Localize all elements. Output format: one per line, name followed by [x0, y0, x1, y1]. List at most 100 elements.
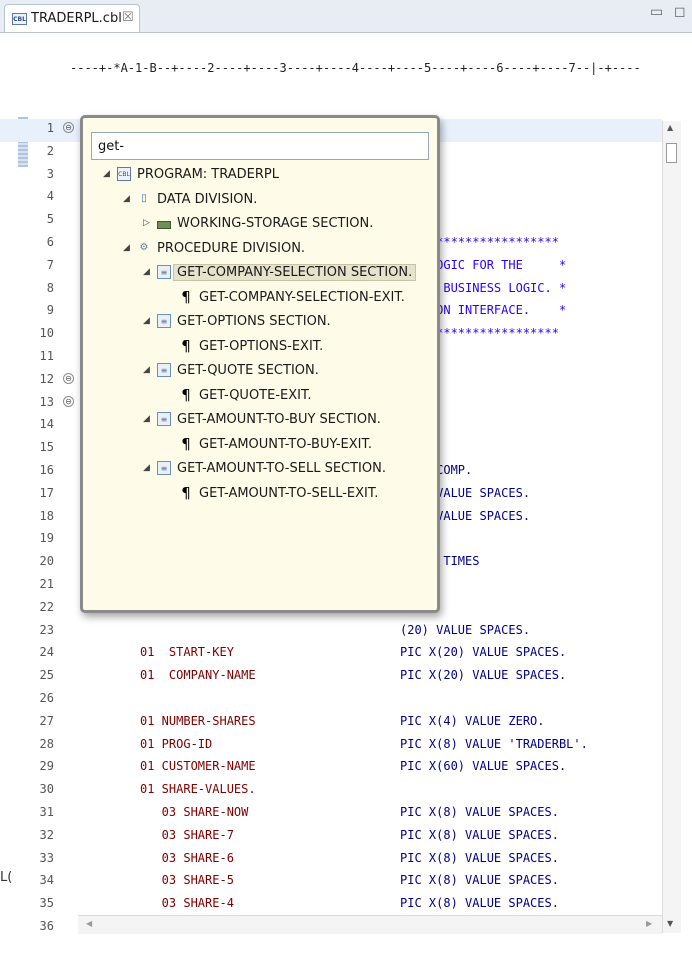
sect-icon: ≡ [157, 363, 171, 377]
outline-node[interactable]: ◢ ≡ GET-COMPANY-SELECTION SECTION. [83, 262, 437, 287]
code-line[interactable]: 30 01 SHARE-VALUES. [0, 780, 662, 803]
sect-icon: ≡ [157, 412, 171, 426]
line-number: 4 [46, 189, 54, 204]
line-number: 19 [39, 531, 54, 546]
outline-node[interactable]: ◢ CBL PROGRAM: TRADERPL [83, 164, 437, 189]
editor-tab-bar: CBL TRADERPL.cbl ☒ ▭ ◻ [0, 0, 692, 33]
outline-node[interactable]: ¶ GET-AMOUNT-TO-BUY-EXIT. [83, 434, 437, 459]
outline-node-label: PROGRAM: TRADERPL [137, 167, 279, 182]
outline-tree: ◢ CBL PROGRAM: TRADERPL ◢ ▯ DATA DIVISION. ▷ WO… [83, 164, 437, 507]
line-number: 33 [39, 850, 54, 865]
line-number: 25 [39, 668, 54, 683]
line-number: 16 [39, 462, 54, 477]
code-text: 03 SHARE-5 [140, 873, 234, 888]
outline-filter-input[interactable]: get- [91, 132, 429, 160]
code-line[interactable]: 23 (20) VALUE SPACES. [0, 621, 662, 644]
line-number: 12 [39, 371, 54, 386]
line-number: 6 [46, 234, 54, 249]
expand-toggle-icon[interactable]: ◢ [143, 414, 150, 424]
code-text: 01 COMPANY-NAME [140, 668, 256, 683]
code-line[interactable]: 32 03 SHARE-7 PIC X(8) VALUE SPACES. [0, 826, 662, 849]
code-line[interactable]: 33 03 SHARE-6 PIC X(8) VALUE SPACES. [0, 849, 662, 872]
code-line[interactable]: 29 01 CUSTOMER-NAME PIC X(60) VALUE SPACES… [0, 757, 662, 780]
expand-toggle-icon[interactable]: ◢ [143, 316, 150, 326]
scroll-thumb[interactable] [666, 143, 677, 163]
para-icon: ¶ [181, 287, 191, 306]
column-ruler: ----+-*A-1-B--+----2----+----3----+----4… [70, 61, 641, 75]
expand-toggle-icon[interactable]: ◢ [103, 169, 110, 179]
outline-node[interactable]: ◢ ≡ GET-OPTIONS SECTION. [83, 311, 437, 336]
code-line[interactable]: 25 01 COMPANY-NAME PIC X(20) VALUE SPACES. [0, 666, 662, 689]
code-text-right: PIC X(8) VALUE SPACES. [400, 873, 559, 888]
line-number: 22 [39, 599, 54, 614]
outline-node[interactable]: ◢ ▯ DATA DIVISION. [83, 189, 437, 214]
data-icon: ▯ [141, 192, 147, 204]
outline-node[interactable]: ▷ WORKING-STORAGE SECTION. [83, 213, 437, 238]
stray-text: L( [0, 870, 13, 885]
horizontal-scrollbar[interactable]: ◀ ▶ [78, 915, 662, 934]
outline-node-label: DATA DIVISION. [157, 191, 258, 207]
minimize-icon[interactable]: ▭ [650, 4, 663, 20]
outline-node[interactable]: ¶ GET-OPTIONS-EXIT. [83, 336, 437, 361]
scroll-right-icon[interactable]: ▶ [646, 919, 652, 928]
outline-node-label: GET-OPTIONS SECTION. [177, 314, 331, 329]
outline-node-label: GET-AMOUNT-TO-SELL SECTION. [177, 461, 386, 476]
expand-toggle-icon[interactable]: ◢ [143, 463, 150, 473]
line-number: 9 [46, 303, 54, 318]
close-icon[interactable]: ☒ [122, 10, 134, 25]
expand-toggle-icon[interactable]: ▷ [143, 218, 150, 228]
code-text-right: PIC X(8) VALUE 'TRADERBL'. [400, 736, 588, 751]
code-line[interactable]: 31 03 SHARE-NOW PIC X(8) VALUE SPACES. [0, 803, 662, 826]
ws-icon [157, 221, 171, 229]
scroll-left-icon[interactable]: ◀ [86, 919, 92, 928]
line-number: 14 [39, 417, 54, 432]
outline-node[interactable]: ◢ ⚙ PROCEDURE DIVISION. [83, 238, 437, 263]
code-text-right: PIC X(8) VALUE SPACES. [400, 896, 559, 911]
outline-node-label: WORKING-STORAGE SECTION. [177, 216, 374, 231]
code-line[interactable]: 28 01 PROG-ID PIC X(8) VALUE 'TRADERBL'. [0, 735, 662, 758]
expand-toggle-icon[interactable]: ◢ [123, 243, 130, 253]
cobol-file-icon: CBL [12, 13, 27, 25]
code-line[interactable]: 27 01 NUMBER-SHARES PIC X(4) VALUE ZERO. [0, 712, 662, 735]
line-number: 29 [39, 759, 54, 774]
fold-toggle-icon[interactable]: ⊖ [63, 372, 74, 384]
outline-node[interactable]: ¶ GET-AMOUNT-TO-SELL-EXIT. [83, 483, 437, 508]
outline-node-label: GET-OPTIONS-EXIT. [199, 338, 324, 354]
fold-toggle-icon[interactable]: ⊖ [63, 395, 74, 407]
line-number: 27 [39, 713, 54, 728]
outline-node[interactable]: ¶ GET-QUOTE-EXIT. [83, 385, 437, 410]
line-number: 21 [39, 576, 54, 591]
outline-node[interactable]: ◢ ≡ GET-AMOUNT-TO-SELL SECTION. [83, 458, 437, 483]
expand-toggle-icon[interactable]: ◢ [123, 194, 130, 204]
outline-node-label: PROCEDURE DIVISION. [157, 240, 306, 256]
code-line[interactable]: 34 03 SHARE-5 PIC X(8) VALUE SPACES. [0, 871, 662, 894]
scroll-up-icon[interactable]: ▲ [667, 123, 673, 132]
line-number: 23 [39, 622, 54, 637]
outline-node[interactable]: ¶ GET-COMPANY-SELECTION-EXIT. [83, 287, 437, 312]
code-text: 01 CUSTOMER-NAME [140, 759, 256, 774]
tab-traderpl-cbl[interactable]: CBL TRADERPL.cbl ☒ [4, 4, 140, 32]
expand-toggle-icon[interactable]: ◢ [143, 365, 150, 375]
sect-icon: ≡ [157, 461, 171, 475]
line-number: 24 [39, 645, 54, 660]
line-number: 30 [39, 782, 54, 797]
code-line[interactable]: 24 01 START-KEY PIC X(20) VALUE SPACES. [0, 643, 662, 666]
line-number: 32 [39, 827, 54, 842]
code-line[interactable]: 26 [0, 689, 662, 712]
outline-node[interactable]: ◢ ≡ GET-QUOTE SECTION. [83, 360, 437, 385]
scroll-down-icon[interactable]: ▼ [667, 919, 673, 928]
vertical-scrollbar[interactable]: ▲ ▼ [662, 121, 681, 933]
code-text: 01 START-KEY [140, 645, 234, 660]
code-line[interactable]: 35 03 SHARE-4 PIC X(8) VALUE SPACES. [0, 894, 662, 917]
code-text: 03 SHARE-6 [140, 850, 234, 865]
line-number: 2 [46, 143, 54, 158]
code-text-right: PIC X(4) VALUE ZERO. [400, 713, 545, 728]
outline-node[interactable]: ◢ ≡ GET-AMOUNT-TO-BUY SECTION. [83, 409, 437, 434]
maximize-icon[interactable]: ◻ [674, 4, 686, 20]
fold-toggle-icon[interactable]: ⊖ [63, 122, 74, 133]
line-number: 3 [46, 166, 54, 181]
line-number: 35 [39, 896, 54, 911]
code-text: 03 SHARE-4 [140, 896, 234, 911]
expand-toggle-icon[interactable]: ◢ [143, 267, 150, 277]
quick-outline-popup: get- ◢ CBL PROGRAM: TRADERPL ◢ ▯ DATA DIVISIO… [80, 115, 440, 613]
